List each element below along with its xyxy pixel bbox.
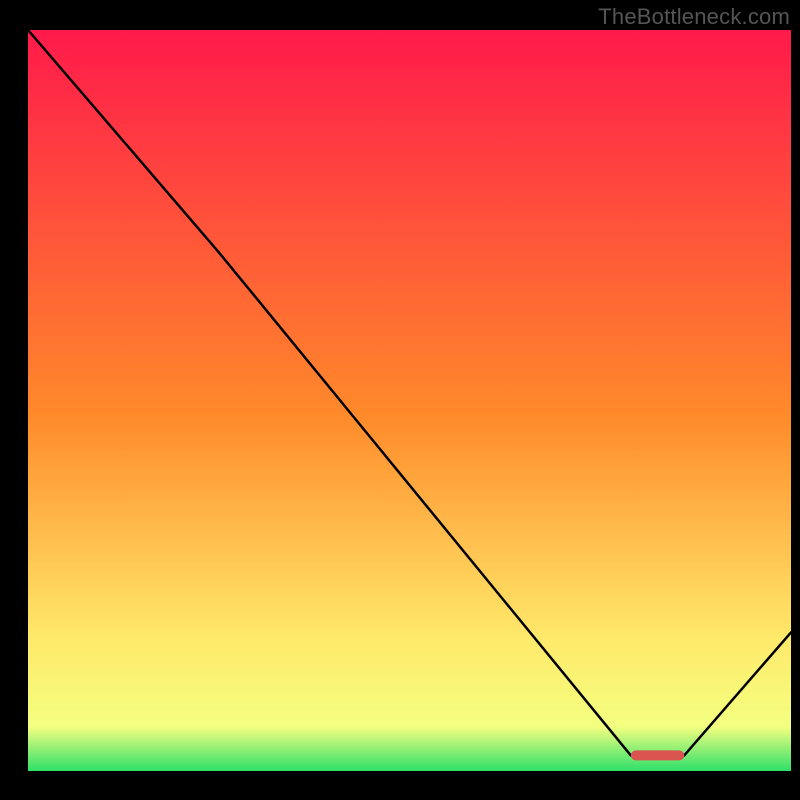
gradient-background (28, 30, 791, 771)
watermark-text: TheBottleneck.com (598, 4, 790, 30)
chart-svg (28, 30, 791, 771)
chart-frame: TheBottleneck.com (0, 0, 800, 800)
optimal-marker (631, 750, 684, 760)
plot-area (28, 30, 791, 771)
